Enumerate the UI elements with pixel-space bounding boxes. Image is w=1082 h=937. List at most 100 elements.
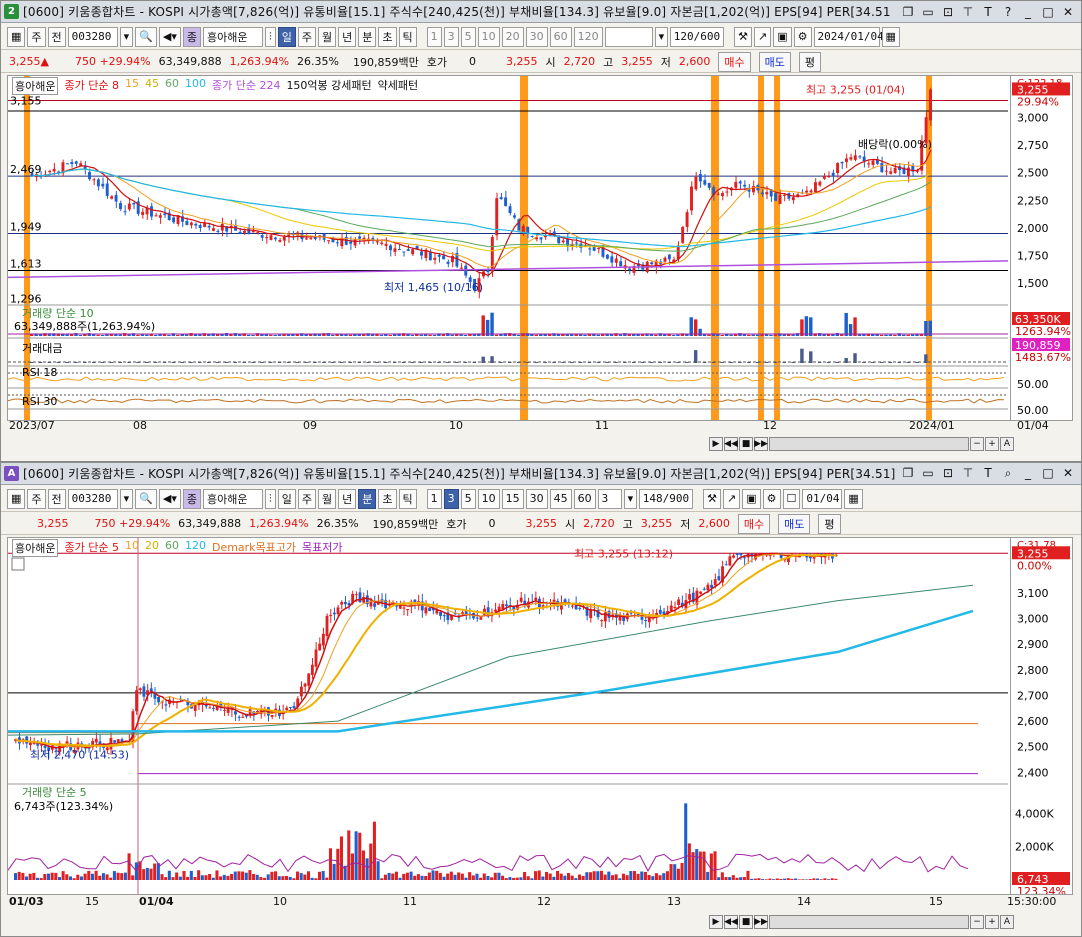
eval-button[interactable]: 평 bbox=[798, 51, 821, 72]
scroll-track[interactable] bbox=[769, 915, 969, 929]
chart-type-button[interactable]: ▦ bbox=[7, 26, 26, 47]
group-button[interactable]: 종 bbox=[182, 488, 201, 509]
period-month-button[interactable]: 월 bbox=[318, 488, 337, 509]
code-input[interactable]: 003280 bbox=[67, 488, 118, 509]
chart-type-button[interactable]: ▦ bbox=[7, 488, 26, 509]
sell-button[interactable]: 매도 bbox=[758, 51, 791, 72]
period-minute-button[interactable]: 분 bbox=[358, 26, 377, 47]
period-week-button[interactable]: 주 bbox=[297, 26, 316, 47]
gear-icon[interactable]: ⚙ bbox=[762, 488, 781, 509]
buy-button[interactable]: 매수 bbox=[737, 513, 771, 534]
prev-button[interactable]: 전 bbox=[47, 26, 66, 47]
save-icon[interactable]: ▣ bbox=[773, 26, 792, 47]
interval-select[interactable] bbox=[604, 26, 653, 47]
pin-icon[interactable]: ⊤ bbox=[961, 466, 975, 481]
period-day-button[interactable]: 일 bbox=[277, 488, 296, 509]
calendar-icon[interactable]: ▦ bbox=[881, 26, 900, 47]
speaker-icon[interactable]: ◀▾ bbox=[158, 26, 181, 47]
tool-icon[interactable]: ⚒ bbox=[703, 488, 722, 509]
interval-1-button[interactable]: 1 bbox=[426, 488, 442, 509]
date-input[interactable]: 01/04 bbox=[802, 488, 843, 509]
scroll-last-icon[interactable]: ▶▶ bbox=[754, 437, 768, 451]
period-minute-button[interactable]: 분 bbox=[358, 488, 377, 509]
interval-3-button[interactable]: 3 bbox=[443, 26, 459, 47]
count-input[interactable]: 120/600 bbox=[670, 26, 725, 47]
speaker-icon[interactable]: ◀▾ bbox=[158, 488, 181, 509]
interval-5-button[interactable]: 5 bbox=[460, 488, 476, 509]
font-icon[interactable]: T bbox=[981, 466, 995, 481]
period-year-button[interactable]: 년 bbox=[338, 26, 357, 47]
period-month-button[interactable]: 월 bbox=[318, 26, 337, 47]
zoom-icon[interactable]: ⌕ bbox=[1001, 466, 1015, 481]
zoom-in-icon[interactable]: + bbox=[985, 915, 999, 929]
link-icon[interactable]: ⊡ bbox=[941, 466, 955, 481]
daily-chart-area[interactable]: 3,155 2,469 1,949 1,613 1,296 최고 3,255 (01/04… bbox=[7, 75, 1011, 421]
scroll-last-icon[interactable]: ▶▶ bbox=[754, 915, 768, 929]
draw-icon[interactable]: ↗ bbox=[723, 488, 741, 509]
period-tick-button[interactable]: 틱 bbox=[398, 488, 417, 509]
interval-30-button[interactable]: 30 bbox=[525, 488, 548, 509]
copy-icon[interactable]: ❐ bbox=[901, 5, 915, 19]
interval-45-button[interactable]: 45 bbox=[549, 488, 572, 509]
scroll-first-icon[interactable]: ◀◀ bbox=[724, 915, 738, 929]
stock-button[interactable]: 주 bbox=[27, 488, 46, 509]
period-tick-button[interactable]: 틱 bbox=[398, 26, 417, 47]
interval-60-button[interactable]: 60 bbox=[549, 26, 572, 47]
interval-dropdown[interactable]: ▾ bbox=[623, 488, 638, 509]
scroll-stop-icon[interactable]: ■ bbox=[739, 915, 753, 929]
scroll-first-icon[interactable]: ◀◀ bbox=[724, 437, 738, 451]
period-year-button[interactable]: 년 bbox=[338, 488, 357, 509]
scroll-play-icon[interactable]: ▶ bbox=[709, 915, 723, 929]
interval-10-button[interactable]: 10 bbox=[477, 488, 500, 509]
minute-chart-area[interactable]: 최고 3,255 (13:12) 최저 2,470 (14:53) 거래량 단순 5… bbox=[7, 537, 1011, 895]
menu-button[interactable]: ⫶ bbox=[265, 26, 276, 47]
minimize-icon[interactable]: _ bbox=[1021, 5, 1035, 19]
scroll-play-icon[interactable]: ▶ bbox=[709, 437, 723, 451]
search-icon[interactable]: 🔍 bbox=[135, 26, 157, 47]
pin-icon[interactable]: ⊤ bbox=[961, 5, 975, 19]
zoom-in-icon[interactable]: + bbox=[985, 437, 999, 451]
stock-button[interactable]: 주 bbox=[27, 26, 46, 47]
scroll-track[interactable] bbox=[769, 437, 969, 451]
link-icon[interactable]: ⊡ bbox=[941, 5, 955, 19]
code-dropdown[interactable]: ▾ bbox=[119, 26, 134, 47]
help-icon[interactable]: ? bbox=[1001, 5, 1015, 19]
minimize-icon[interactable]: _ bbox=[1021, 466, 1035, 481]
save-icon[interactable]: ▣ bbox=[742, 488, 761, 509]
date-input[interactable]: 2024/01/04 bbox=[813, 26, 884, 47]
interval-60-button[interactable]: 60 bbox=[573, 488, 596, 509]
group-button[interactable]: 종 bbox=[182, 26, 201, 47]
gear-icon[interactable]: ⚙ bbox=[793, 26, 812, 47]
interval-dropdown[interactable]: ▾ bbox=[654, 26, 669, 47]
count-input[interactable]: 148/900 bbox=[639, 488, 694, 509]
prev-button[interactable]: 전 bbox=[47, 488, 66, 509]
auto-icon[interactable]: A bbox=[1000, 437, 1014, 451]
interval-3-button[interactable]: 3 bbox=[443, 488, 459, 509]
interval-10-button[interactable]: 10 bbox=[477, 26, 500, 47]
period-second-button[interactable]: 초 bbox=[378, 488, 397, 509]
date-checkbox[interactable]: ☐ bbox=[782, 488, 801, 509]
interval-15-button[interactable]: 15 bbox=[501, 488, 524, 509]
close-icon[interactable]: ✕ bbox=[1061, 5, 1075, 19]
code-input[interactable]: 003280 bbox=[67, 26, 118, 47]
period-second-button[interactable]: 초 bbox=[378, 26, 397, 47]
window-icon[interactable]: ▭ bbox=[921, 5, 935, 19]
period-day-button[interactable]: 일 bbox=[277, 26, 296, 47]
period-week-button[interactable]: 주 bbox=[297, 488, 316, 509]
search-icon[interactable]: 🔍 bbox=[135, 488, 157, 509]
menu-button[interactable]: ⫶ bbox=[265, 488, 276, 509]
interval-1-button[interactable]: 1 bbox=[426, 26, 442, 47]
maximize-icon[interactable]: □ bbox=[1041, 466, 1055, 481]
interval-30-button[interactable]: 30 bbox=[525, 26, 548, 47]
code-dropdown[interactable]: ▾ bbox=[119, 488, 134, 509]
auto-icon[interactable]: A bbox=[1000, 915, 1014, 929]
close-icon[interactable]: ✕ bbox=[1061, 466, 1075, 481]
interval-5-button[interactable]: 5 bbox=[460, 26, 476, 47]
tool-icon[interactable]: ⚒ bbox=[734, 26, 753, 47]
interval-20-button[interactable]: 20 bbox=[501, 26, 524, 47]
draw-icon[interactable]: ↗ bbox=[754, 26, 772, 47]
font-icon[interactable]: T bbox=[981, 5, 995, 19]
maximize-icon[interactable]: □ bbox=[1041, 5, 1055, 19]
buy-button[interactable]: 매수 bbox=[718, 51, 751, 72]
zoom-out-icon[interactable]: − bbox=[970, 437, 984, 451]
